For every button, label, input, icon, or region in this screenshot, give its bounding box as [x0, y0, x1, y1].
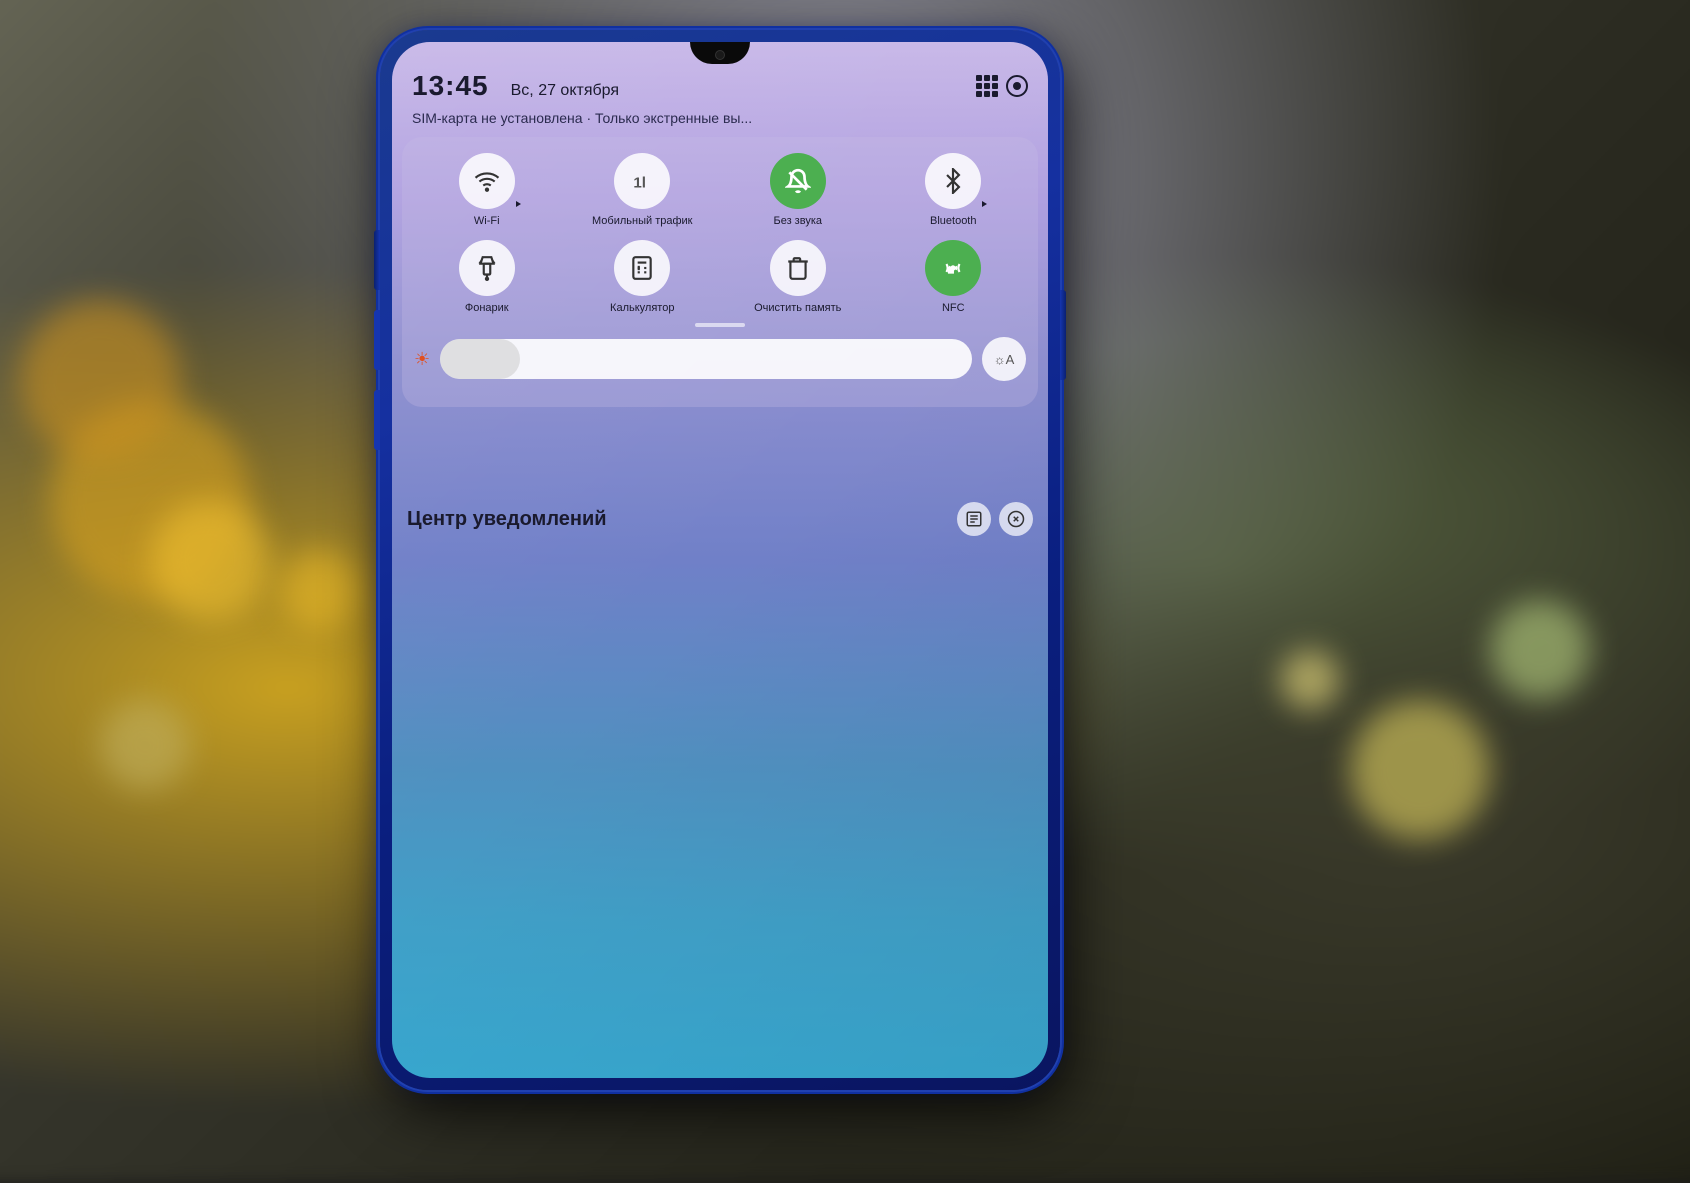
sim-status: SIM-карта не установлена · Только экстре…	[412, 110, 1028, 126]
quick-settings-row2: Фонарик	[414, 240, 1026, 315]
qs-wifi-label: Wi-Fi	[474, 215, 500, 228]
brightness-auto-label: ☼A	[994, 352, 1015, 367]
notif-close-btn[interactable]	[999, 502, 1033, 536]
qs-calculator-btn[interactable]	[614, 240, 670, 296]
scroll-pill	[695, 323, 745, 327]
wifi-icon	[474, 168, 500, 194]
qs-nfc[interactable]: N NFC	[881, 240, 1027, 315]
notification-title: Центр уведомлений	[407, 508, 607, 531]
scroll-indicator	[414, 323, 1026, 327]
qs-mobile-label: Мобильный трафик	[592, 215, 692, 228]
bokeh-3	[280, 550, 360, 630]
record-dot	[1013, 82, 1021, 90]
grid-icon	[976, 75, 998, 97]
qs-clearmem[interactable]: Очистить память	[725, 240, 871, 315]
qs-silent-label: Без звука	[773, 215, 822, 228]
svg-text:N: N	[949, 268, 954, 275]
qs-silent-btn[interactable]	[770, 153, 826, 209]
qs-flashlight[interactable]: Фонарик	[414, 240, 560, 315]
clearmem-icon	[785, 255, 811, 281]
bokeh-2	[150, 500, 270, 620]
qs-calculator-label: Калькулятор	[610, 302, 674, 315]
notif-manage-btn[interactable]	[957, 502, 991, 536]
front-camera	[715, 50, 725, 60]
qs-flashlight-btn[interactable]	[459, 240, 515, 296]
nfc-icon: N	[940, 255, 966, 281]
close-notif-icon	[1007, 510, 1025, 528]
phone-body: 13:45 Вс, 27 октября SIM-карта не устано…	[380, 30, 1060, 1090]
qs-wifi-btn[interactable]	[459, 153, 515, 209]
date: Вс, 27 октября	[511, 82, 619, 100]
status-icons	[976, 75, 1028, 97]
qs-bluetooth-label: Bluetooth	[930, 215, 976, 228]
notification-header: Центр уведомлений	[402, 502, 1038, 536]
qs-bluetooth-btn[interactable]	[925, 153, 981, 209]
brightness-row[interactable]: ☀ ☼A	[414, 337, 1026, 381]
notch	[690, 42, 750, 64]
phone-screen: 13:45 Вс, 27 октября SIM-карта не устано…	[392, 42, 1048, 1078]
brightness-sun-icon: ☀	[414, 349, 430, 370]
record-icon	[1006, 75, 1028, 97]
qs-calculator[interactable]: Калькулятор	[570, 240, 716, 315]
phone-wrapper: 13:45 Вс, 27 октября SIM-карта не устано…	[380, 30, 1060, 1090]
qs-bluetooth[interactable]: Bluetooth	[881, 153, 1027, 228]
qs-clearmem-btn[interactable]	[770, 240, 826, 296]
qs-flashlight-label: Фонарик	[465, 302, 509, 315]
silent-icon	[785, 168, 811, 194]
quick-settings-panel: Wi-Fi 1l Мобильный трафик	[402, 137, 1038, 407]
mobile-icon: 1l	[629, 168, 655, 194]
qs-clearmem-label: Очистить память	[754, 302, 841, 315]
brightness-fill	[440, 339, 520, 379]
bluetooth-arrow	[982, 201, 987, 207]
bokeh-7	[1280, 650, 1340, 710]
qs-mobile-btn[interactable]: 1l	[614, 153, 670, 209]
brightness-auto-btn[interactable]: ☼A	[982, 337, 1026, 381]
quick-settings-row1: Wi-Fi 1l Мобильный трафик	[414, 153, 1026, 228]
qs-silent[interactable]: Без звука	[725, 153, 871, 228]
wifi-arrow	[516, 201, 521, 207]
qs-nfc-label: NFC	[942, 302, 965, 315]
brightness-slider[interactable]	[440, 339, 972, 379]
bluetooth-icon	[940, 168, 966, 194]
svg-text:1l: 1l	[634, 175, 647, 192]
bokeh-4	[20, 300, 180, 460]
notification-actions	[957, 502, 1033, 536]
bokeh-6	[1350, 700, 1490, 840]
flashlight-icon	[474, 255, 500, 281]
qs-nfc-btn[interactable]: N	[925, 240, 981, 296]
notification-center: Центр уведомлений	[402, 502, 1038, 536]
bokeh-8	[100, 700, 190, 790]
manage-notif-icon	[965, 510, 983, 528]
status-bar: 13:45 Вс, 27 октября	[392, 70, 1048, 102]
qs-wifi[interactable]: Wi-Fi	[414, 153, 560, 228]
bokeh-5	[1490, 600, 1590, 700]
clock: 13:45	[412, 70, 489, 102]
calculator-icon	[629, 255, 655, 281]
qs-mobile[interactable]: 1l Мобильный трафик	[570, 153, 716, 228]
